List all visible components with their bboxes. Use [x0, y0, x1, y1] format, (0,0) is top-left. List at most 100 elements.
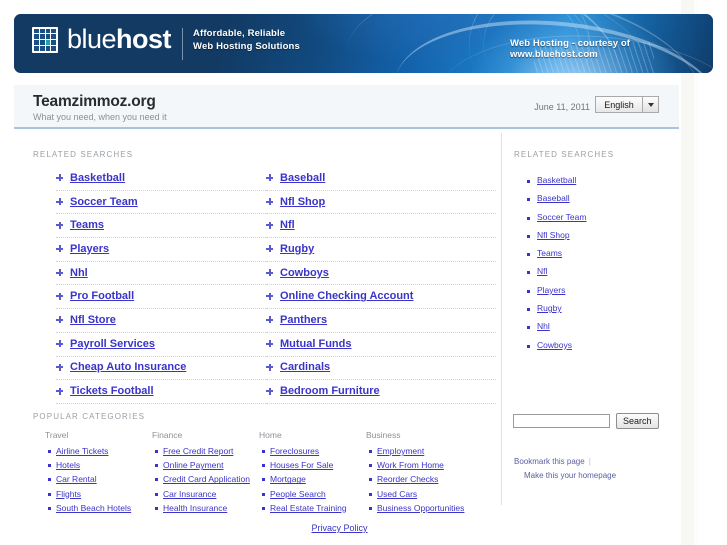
sidebar-related-search-item[interactable]: Players — [524, 285, 674, 303]
popular-category-link[interactable]: Flights — [56, 489, 81, 499]
popular-category-item[interactable]: Work From Home — [366, 460, 473, 470]
popular-category-item[interactable]: Employment — [366, 446, 473, 456]
sidebar-related-search-link[interactable]: Soccer Team — [537, 212, 586, 222]
popular-category-link[interactable]: Health Insurance — [163, 503, 227, 513]
related-search-link[interactable]: Mutual Funds — [280, 338, 352, 350]
chevron-down-icon[interactable] — [642, 96, 659, 113]
popular-category-link[interactable]: Credit Card Application — [163, 474, 250, 484]
related-search-link[interactable]: Cheap Auto Insurance — [70, 361, 186, 373]
related-search-link[interactable]: Nfl Shop — [280, 196, 325, 208]
sidebar-related-search-link[interactable]: Basketball — [537, 175, 576, 185]
popular-category-link[interactable]: Hotels — [56, 460, 80, 470]
sidebar-related-search-link[interactable]: Cowboys — [537, 340, 572, 350]
related-search-link[interactable]: Rugby — [280, 243, 314, 255]
popular-category-item[interactable]: Flights — [45, 489, 152, 499]
sidebar-related-search-item[interactable]: Rugby — [524, 303, 674, 321]
popular-category-link[interactable]: Reorder Checks — [377, 474, 438, 484]
sidebar-related-search-link[interactable]: Rugby — [537, 303, 562, 313]
popular-category-link[interactable]: Houses For Sale — [270, 460, 333, 470]
related-search-link[interactable]: Nfl — [280, 219, 295, 231]
related-search-item[interactable]: Pro Football — [56, 285, 266, 310]
related-search-link[interactable]: Cowboys — [280, 267, 329, 279]
popular-category-item[interactable]: Business Opportunities — [366, 503, 473, 513]
related-search-item[interactable]: Bedroom Furniture — [266, 380, 496, 404]
related-search-item[interactable]: Tickets Football — [56, 380, 266, 404]
related-search-item[interactable]: Teams — [56, 214, 266, 239]
popular-category-link[interactable]: Work From Home — [377, 460, 444, 470]
popular-category-item[interactable]: Hotels — [45, 460, 152, 470]
related-search-item[interactable]: Baseball — [266, 167, 496, 191]
popular-category-item[interactable]: Houses For Sale — [259, 460, 366, 470]
popular-category-link[interactable]: People Search — [270, 489, 326, 499]
related-search-item[interactable]: Cardinals — [266, 357, 496, 381]
popular-category-item[interactable]: Reorder Checks — [366, 474, 473, 484]
bookmark-page-link[interactable]: Bookmark this page — [514, 457, 585, 466]
related-search-item[interactable]: Nfl Store — [56, 309, 266, 333]
sidebar-related-search-item[interactable]: Baseball — [524, 193, 674, 211]
popular-category-link[interactable]: Online Payment — [163, 460, 223, 470]
related-search-item[interactable]: Players — [56, 238, 266, 262]
popular-category-item[interactable]: Car Rental — [45, 474, 152, 484]
language-select[interactable]: English — [595, 96, 659, 113]
related-search-link[interactable]: Baseball — [280, 172, 325, 184]
search-button[interactable]: Search — [616, 413, 659, 429]
popular-category-link[interactable]: Business Opportunities — [377, 503, 464, 513]
related-search-link[interactable]: Basketball — [70, 172, 125, 184]
popular-category-item[interactable]: Used Cars — [366, 489, 473, 499]
popular-category-link[interactable]: Used Cars — [377, 489, 417, 499]
sidebar-related-search-link[interactable]: Teams — [537, 248, 562, 258]
sidebar-related-search-item[interactable]: Soccer Team — [524, 212, 674, 230]
related-search-link[interactable]: Nhl — [70, 267, 88, 279]
sidebar-related-search-item[interactable]: Nfl Shop — [524, 230, 674, 248]
related-search-item[interactable]: Nfl — [266, 214, 496, 239]
related-search-link[interactable]: Bedroom Furniture — [280, 385, 380, 397]
related-search-item[interactable]: Cowboys — [266, 262, 496, 286]
related-search-link[interactable]: Payroll Services — [70, 338, 155, 350]
related-search-item[interactable]: Online Checking Account — [266, 285, 496, 310]
popular-category-item[interactable]: Foreclosures — [259, 446, 366, 456]
related-search-item[interactable]: Payroll Services — [56, 333, 266, 357]
related-search-link[interactable]: Tickets Football — [70, 385, 154, 397]
related-search-item[interactable]: Nhl — [56, 262, 266, 286]
sidebar-related-search-item[interactable]: Cowboys — [524, 340, 674, 358]
popular-category-item[interactable]: Car Insurance — [152, 489, 259, 499]
related-search-link[interactable]: Soccer Team — [70, 196, 138, 208]
related-search-item[interactable]: Rugby — [266, 238, 496, 262]
popular-category-item[interactable]: Free Credit Report — [152, 446, 259, 456]
popular-category-link[interactable]: Car Rental — [56, 474, 97, 484]
bluehost-logo[interactable]: bluehost — [32, 26, 172, 53]
sidebar-related-search-link[interactable]: Baseball — [537, 193, 570, 203]
related-search-item[interactable]: Basketball — [56, 167, 266, 191]
popular-category-link[interactable]: Employment — [377, 446, 424, 456]
popular-category-item[interactable]: Online Payment — [152, 460, 259, 470]
related-search-link[interactable]: Online Checking Account — [280, 290, 413, 302]
popular-category-link[interactable]: South Beach Hotels — [56, 503, 131, 513]
popular-category-item[interactable]: People Search — [259, 489, 366, 499]
related-search-link[interactable]: Pro Football — [70, 290, 134, 302]
related-search-link[interactable]: Panthers — [280, 314, 327, 326]
sidebar-related-search-item[interactable]: Nhl — [524, 321, 674, 339]
popular-category-link[interactable]: Car Insurance — [163, 489, 216, 499]
sidebar-related-search-link[interactable]: Nhl — [537, 321, 550, 331]
related-search-link[interactable]: Players — [70, 243, 109, 255]
popular-category-link[interactable]: Free Credit Report — [163, 446, 233, 456]
search-input[interactable] — [513, 414, 610, 428]
sidebar-related-search-item[interactable]: Basketball — [524, 175, 674, 193]
popular-category-item[interactable]: South Beach Hotels — [45, 503, 152, 513]
related-search-item[interactable]: Nfl Shop — [266, 191, 496, 215]
privacy-policy-link[interactable]: Privacy Policy — [311, 523, 367, 533]
related-search-item[interactable]: Mutual Funds — [266, 333, 496, 357]
sidebar-related-search-item[interactable]: Teams — [524, 248, 674, 266]
related-search-item[interactable]: Cheap Auto Insurance — [56, 357, 266, 381]
popular-category-link[interactable]: Mortgage — [270, 474, 306, 484]
popular-category-link[interactable]: Real Estate Training — [270, 503, 347, 513]
popular-category-link[interactable]: Airline Tickets — [56, 446, 108, 456]
popular-category-item[interactable]: Mortgage — [259, 474, 366, 484]
related-search-link[interactable]: Cardinals — [280, 361, 330, 373]
popular-category-item[interactable]: Health Insurance — [152, 503, 259, 513]
popular-category-item[interactable]: Real Estate Training — [259, 503, 366, 513]
popular-category-item[interactable]: Credit Card Application — [152, 474, 259, 484]
related-search-item[interactable]: Panthers — [266, 309, 496, 333]
make-homepage-link[interactable]: Make this your homepage — [524, 471, 616, 480]
sidebar-related-search-item[interactable]: Nfl — [524, 266, 674, 284]
